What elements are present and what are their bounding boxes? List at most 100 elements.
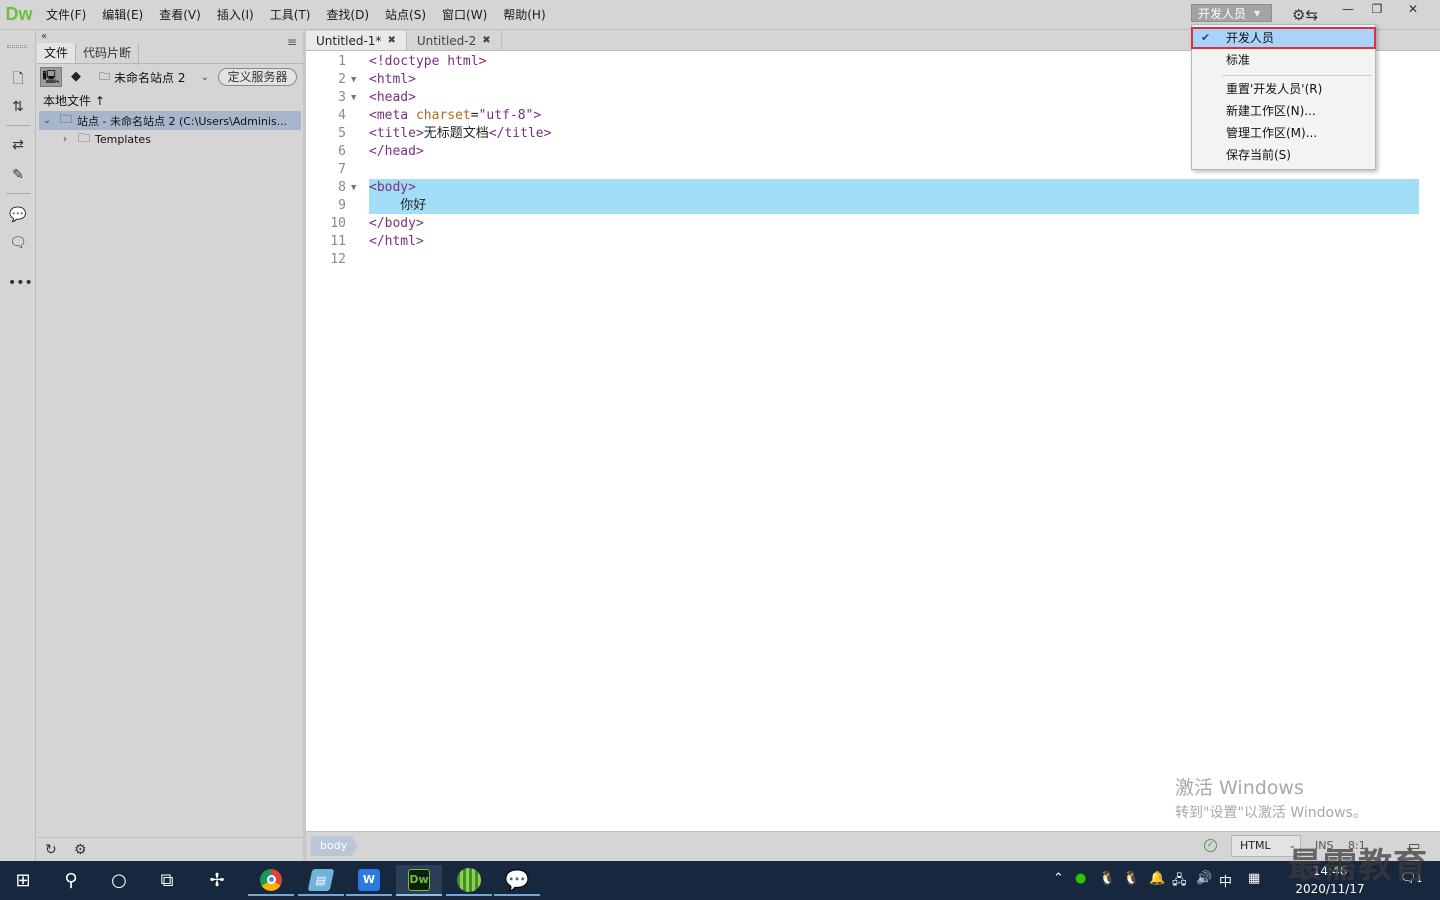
folder-icon: 🗀 [99, 69, 110, 83]
fold-toggle-icon[interactable]: ▼ [351, 89, 363, 107]
chevron-right-icon[interactable]: › [57, 134, 73, 145]
tree-item-templates[interactable]: › 🗀 Templates [39, 130, 301, 149]
panel-menu-icon[interactable]: ≡ [287, 35, 297, 49]
files-panel: « 文件 代码片断 ≡ 🖳 ◆ 🗀 未命名站点 2 ⌄ 定义服务器 本地文件 ↑… [37, 31, 303, 861]
tray-expand-icon[interactable]: ⌃ [1053, 871, 1064, 886]
minimize-button[interactable]: — [1335, 2, 1361, 18]
refresh-icon[interactable]: ↻ [45, 842, 57, 858]
watermelon-app-icon[interactable] [446, 865, 492, 896]
menu-file[interactable]: 文件(F) [38, 0, 94, 30]
tray-qq-icon[interactable]: 🐧 [1123, 871, 1139, 886]
tab-untitled-2[interactable]: Untitled-2 ✖ [407, 31, 502, 50]
fold-toggle-icon[interactable]: ▼ [351, 71, 363, 89]
workspace-option-developer[interactable]: ✔ 开发人员 [1191, 27, 1376, 49]
tree-item-label: 站点 - 未命名站点 2 (C:\Users\Adminis... [77, 114, 288, 128]
tray-wechat-icon[interactable]: ● [1075, 871, 1086, 886]
tray-bell-icon[interactable]: 🔔 [1149, 871, 1165, 886]
line-number: 3 [338, 90, 346, 105]
menu-insert[interactable]: 插入(I) [209, 0, 262, 30]
menu-help[interactable]: 帮助(H) [495, 0, 553, 30]
wps-writer-icon[interactable]: W [346, 865, 392, 896]
document-type-value: HTML [1240, 839, 1271, 852]
line-number: 12 [330, 252, 346, 267]
tray-keyboard-icon[interactable]: ▦ [1248, 871, 1260, 886]
tray-ime-indicator[interactable]: 中 [1219, 871, 1232, 890]
new-workspace[interactable]: 新建工作区(N)... [1192, 101, 1375, 121]
menu-site[interactable]: 站点(S) [377, 0, 434, 30]
site-settings-icon[interactable]: ⚙ [74, 842, 87, 858]
task-view-icon[interactable]: ⧉ [144, 865, 190, 896]
tab-files[interactable]: 文件 [37, 43, 77, 63]
tree-item-label: Templates [95, 133, 151, 146]
dreamweaver-icon[interactable]: Dw [396, 865, 442, 896]
chevron-down-icon[interactable]: ⌄ [39, 115, 55, 126]
line-number: 11 [330, 234, 346, 249]
close-icon[interactable]: ✖ [482, 31, 490, 51]
menu-window[interactable]: 窗口(W) [434, 0, 495, 30]
brand-watermark: 最需教育 [1288, 846, 1428, 886]
pinwheel-app-icon[interactable]: ✢ [194, 865, 240, 896]
left-toolbar: 🗋 ⇅ ⇄ ✎ 💬 🗨 ••• [0, 31, 36, 861]
comment-icon[interactable]: 💬 [8, 205, 28, 225]
define-server-button[interactable]: 定义服务器 [218, 68, 297, 86]
code-line[interactable]: 10 </body> [306, 215, 1440, 233]
brush-icon[interactable]: ✎ [8, 165, 28, 185]
close-icon[interactable]: ✖ [387, 31, 395, 51]
tab-untitled-1[interactable]: Untitled-1* ✖ [306, 31, 407, 50]
manage-workspaces[interactable]: 管理工作区(M)... [1192, 123, 1375, 143]
tray-volume-icon[interactable]: 🔊 [1196, 871, 1212, 886]
chrome-icon[interactable] [248, 865, 294, 896]
tray-qq-icon[interactable]: 🐧 [1099, 871, 1115, 886]
workspace-option-standard[interactable]: 标准 [1192, 50, 1375, 70]
watermark-title: 激活 Windows [1175, 777, 1304, 799]
code-line[interactable]: 8 ▼ <body> [306, 179, 1440, 197]
restore-button[interactable]: ❐ [1364, 2, 1390, 18]
search-icon[interactable]: ⚲ [48, 865, 94, 896]
chevron-down-icon: ▼ [1254, 8, 1261, 18]
wrap-tag-icon[interactable]: ⇄ [8, 135, 28, 155]
tree-item-site-root[interactable]: ⌄ 🗀 站点 - 未命名站点 2 (C:\Users\Adminis... [39, 111, 301, 130]
code-text: <body> [369, 180, 416, 195]
local-files-header[interactable]: 本地文件 ↑ [43, 92, 105, 109]
remove-comment-icon[interactable]: 🗨 [8, 233, 28, 253]
toolbar-grip[interactable] [7, 45, 27, 48]
cortana-icon[interactable]: ○ [96, 865, 142, 896]
fold-toggle-icon[interactable]: ▼ [351, 179, 363, 197]
code-text: <html> [369, 72, 416, 87]
wechat-icon[interactable]: 💬 [494, 865, 540, 896]
watermark-subtitle: 转到"设置"以激活 Windows。 [1175, 805, 1367, 821]
git-icon[interactable]: ◆ [65, 67, 87, 87]
code-line[interactable]: 11 </html> [306, 233, 1440, 251]
notepad-icon[interactable]: ▤ [298, 865, 344, 896]
reset-workspace[interactable]: 重置'开发人员'(R) [1192, 79, 1375, 99]
check-circle-icon[interactable]: ✓ [1204, 839, 1217, 852]
tray-network-icon[interactable]: 🖧 [1172, 871, 1187, 893]
code-text: <head> [369, 90, 416, 105]
workspace-switcher[interactable]: 开发人员 ▼ [1191, 4, 1272, 22]
document-icon[interactable]: 🗋 [8, 69, 28, 89]
code-line[interactable]: 9 你好 [306, 197, 1440, 215]
menu-view[interactable]: 查看(V) [151, 0, 209, 30]
code-line[interactable]: 12 [306, 251, 1440, 269]
tab-snippets[interactable]: 代码片断 [76, 43, 140, 63]
site-select[interactable]: 🗀 未命名站点 2 ⌄ [99, 67, 211, 87]
gear-sync-icon[interactable]: ⚙⇆ [1292, 6, 1318, 24]
chevron-down-icon: ⌄ [200, 71, 209, 83]
folder-icon: 🗀 [77, 131, 90, 145]
line-number: 10 [330, 216, 346, 231]
connect-icon[interactable]: 🖳 [40, 67, 62, 87]
workspace-option-label: 开发人员 [1226, 31, 1275, 45]
close-button[interactable]: ✕ [1400, 2, 1426, 18]
menu-edit[interactable]: 编辑(E) [94, 0, 151, 30]
menu-tools[interactable]: 工具(T) [262, 0, 319, 30]
more-icon[interactable]: ••• [8, 273, 33, 293]
code-text: <title>无标题文档</title> [369, 126, 552, 141]
collapse-panel-icon[interactable]: « [41, 31, 47, 42]
sort-arrows-icon[interactable]: ⇅ [8, 97, 28, 117]
windows-start-icon[interactable]: ⊞ [0, 865, 46, 896]
save-current-workspace[interactable]: 保存当前(S) [1192, 145, 1375, 165]
dw-logo: Dw [5, 4, 33, 24]
tag-breadcrumb[interactable]: body [311, 836, 358, 856]
menu-find[interactable]: 查找(D) [318, 0, 377, 30]
line-number: 1 [338, 54, 346, 69]
